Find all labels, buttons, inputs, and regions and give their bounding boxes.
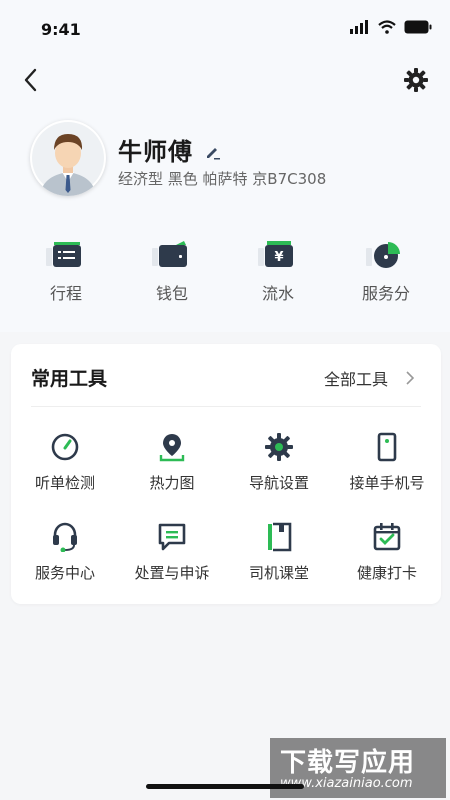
watermark: 下载写应用 www.xiazainiao.com bbox=[270, 738, 446, 798]
tool-label: 处置与申诉 bbox=[134, 564, 210, 582]
all-tools-link[interactable]: 全部工具 bbox=[324, 366, 414, 390]
quick-action-service-score[interactable]: 服务分 bbox=[336, 240, 436, 304]
nav-bar bbox=[0, 58, 450, 102]
status-bar: 9:41 bbox=[0, 0, 450, 56]
tool-listen-check[interactable]: 听单检测 bbox=[11, 432, 119, 493]
quick-action-wallet[interactable]: 钱包 bbox=[122, 240, 222, 304]
home-indicator[interactable] bbox=[146, 784, 304, 789]
status-time: 9:41 bbox=[41, 20, 81, 39]
all-tools-label: 全部工具 bbox=[323, 370, 388, 389]
income-icon: ¥ bbox=[258, 241, 293, 267]
chevron-right-icon bbox=[406, 371, 414, 385]
tool-appeal[interactable]: 处置与申诉 bbox=[118, 522, 226, 583]
tool-driver-class[interactable]: 司机课堂 bbox=[225, 522, 333, 583]
tool-label: 热力图 bbox=[149, 474, 195, 492]
driver-name: 牛师傅 bbox=[118, 138, 193, 166]
wallet-icon bbox=[152, 241, 187, 267]
quick-actions: 行程 钱包 ¥ 流水 服务分 bbox=[0, 240, 450, 320]
quick-action-label: 服务分 bbox=[361, 284, 410, 303]
settings-gear-icon[interactable] bbox=[404, 68, 428, 92]
tool-label: 司机课堂 bbox=[248, 564, 309, 582]
avatar[interactable] bbox=[30, 120, 106, 196]
service-score-icon bbox=[366, 242, 400, 268]
battery-icon bbox=[404, 20, 432, 34]
svg-text:¥: ¥ bbox=[274, 250, 283, 265]
divider bbox=[31, 406, 421, 407]
map-pin-icon bbox=[159, 434, 185, 462]
gear-icon bbox=[265, 433, 293, 461]
tool-service-center[interactable]: 服务中心 bbox=[11, 522, 119, 583]
phone-icon bbox=[377, 432, 397, 462]
tool-label: 听单检测 bbox=[34, 474, 95, 492]
message-icon bbox=[158, 523, 186, 551]
tool-order-phone[interactable]: 接单手机号 bbox=[333, 432, 441, 493]
quick-action-label: 行程 bbox=[49, 284, 82, 303]
quick-action-itinerary[interactable]: 行程 bbox=[16, 240, 116, 304]
quick-action-label: 钱包 bbox=[155, 284, 188, 303]
tool-label: 接单手机号 bbox=[349, 474, 425, 492]
gauge-icon bbox=[51, 433, 79, 461]
tool-health-checkin[interactable]: 健康打卡 bbox=[333, 522, 441, 583]
edit-pencil-icon[interactable] bbox=[205, 144, 221, 160]
itinerary-icon bbox=[46, 242, 81, 267]
tool-label: 健康打卡 bbox=[356, 564, 417, 582]
watermark-title: 下载写应用 bbox=[280, 748, 416, 778]
back-arrow-icon[interactable] bbox=[20, 66, 44, 94]
driver-profile: 牛师傅 经济型 黑色 帕萨特 京B7C308 bbox=[30, 120, 430, 200]
book-icon bbox=[268, 522, 292, 552]
tool-label: 导航设置 bbox=[248, 474, 309, 492]
tools-title: 常用工具 bbox=[31, 368, 108, 390]
tool-heatmap[interactable]: 热力图 bbox=[118, 432, 226, 493]
quick-action-label: 流水 bbox=[261, 284, 294, 303]
signal-icon bbox=[350, 20, 368, 34]
common-tools-card: 常用工具 全部工具 听单检测 热力图 导航设置 接单手机号 服务中心 处置与申诉… bbox=[11, 344, 441, 604]
tool-label: 服务中心 bbox=[34, 564, 95, 582]
quick-action-income[interactable]: ¥ 流水 bbox=[228, 240, 328, 304]
headset-icon bbox=[53, 522, 77, 552]
calendar-check-icon bbox=[373, 523, 401, 551]
tool-navigation-settings[interactable]: 导航设置 bbox=[225, 432, 333, 493]
car-info: 经济型 黑色 帕萨特 京B7C308 bbox=[118, 170, 327, 188]
wifi-icon bbox=[378, 20, 396, 34]
driver-avatar-icon bbox=[32, 122, 104, 196]
